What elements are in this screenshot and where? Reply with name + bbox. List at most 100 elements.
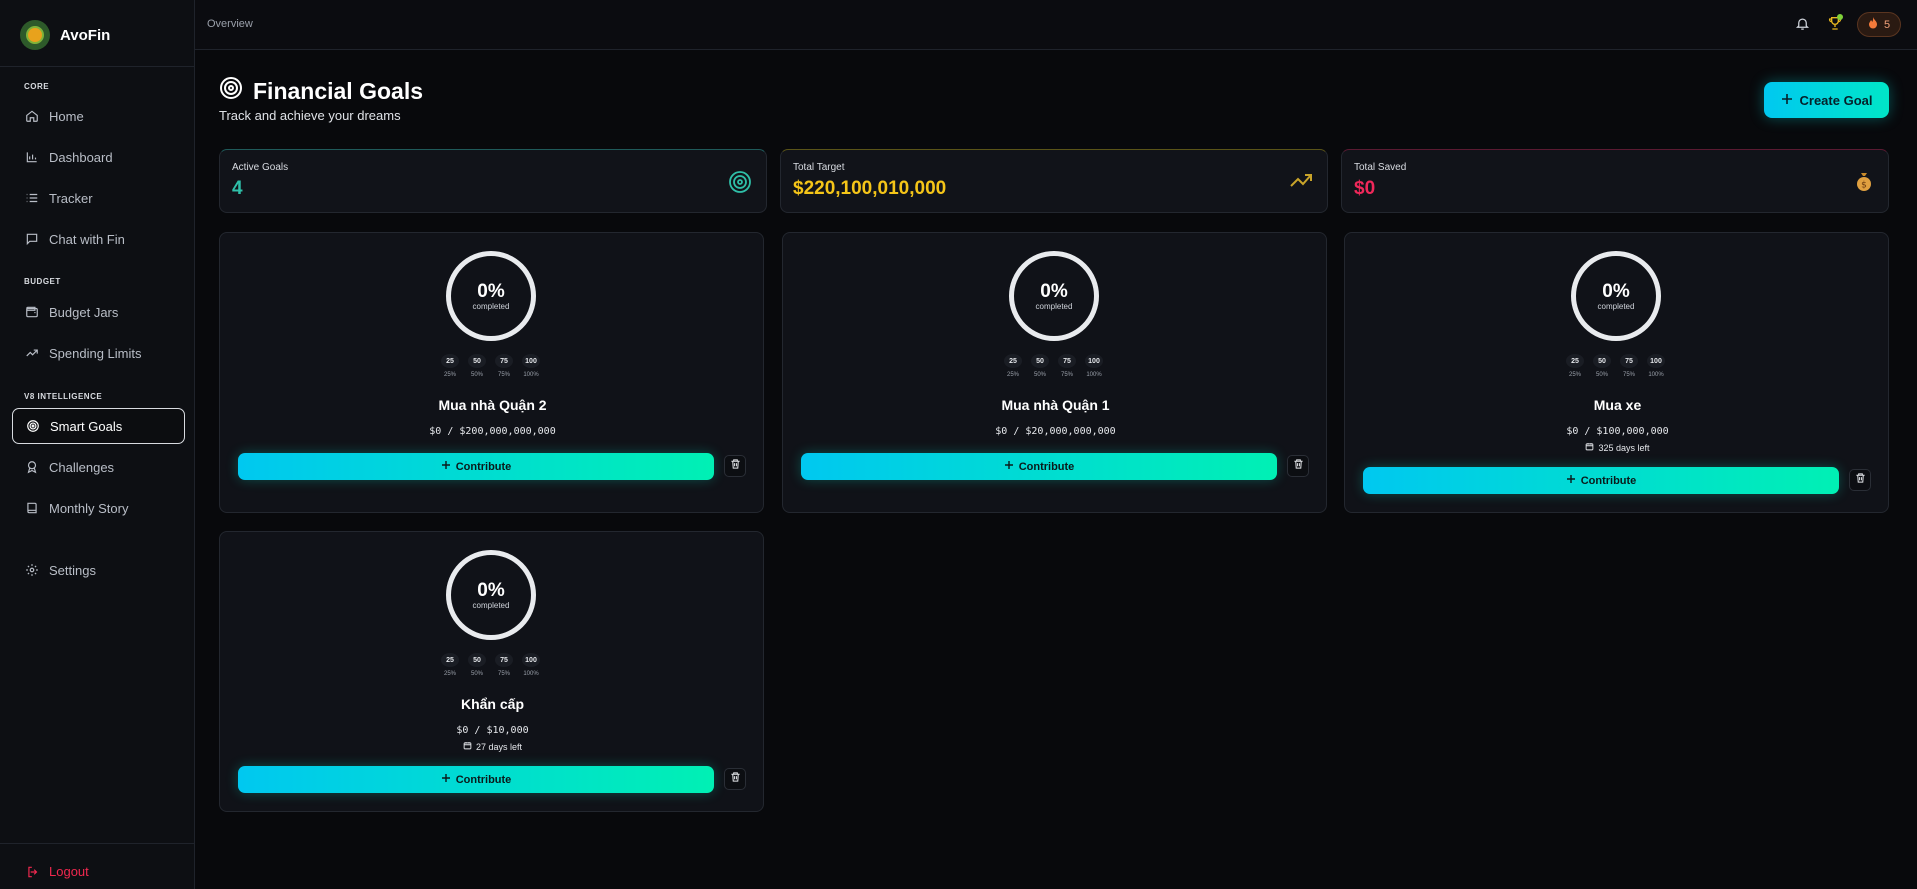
contribute-button[interactable]: Contribute (1363, 467, 1839, 494)
home-icon (25, 109, 39, 123)
progress-percent: 0% (477, 579, 505, 601)
page-title: Financial Goals (219, 76, 423, 106)
goal-name: Mua nhà Quận 1 (1001, 397, 1110, 413)
stat-label: Total Target (793, 162, 845, 173)
sidebar-item-label: Tracker (49, 190, 93, 206)
logout-button[interactable]: Logout (26, 864, 89, 879)
milestone: 50 50% (1031, 354, 1049, 378)
divider (0, 843, 195, 844)
sidebar-item-label: Budget Jars (49, 304, 119, 320)
progress-ring: 0% completed (446, 251, 536, 341)
sidebar-item-home[interactable]: Home (12, 98, 185, 134)
goal-amount: $0 / $20,000,000,000 (995, 426, 1116, 437)
progress-caption: completed (472, 301, 510, 311)
progress-caption: completed (472, 600, 510, 610)
sidebar: AvoFin CORE Home Dashboard Tracker Chat … (0, 0, 195, 889)
milestones: 25 25% 50 50% 75 75% 100 100% (1566, 354, 1665, 378)
bar-chart-icon (25, 150, 39, 164)
avocado-logo-icon (20, 20, 50, 50)
chat-icon (25, 232, 39, 246)
logout-label: Logout (49, 864, 89, 879)
goal-name: Khẩn cấp (460, 696, 524, 712)
trash-icon (1293, 457, 1304, 475)
progress-percent: 0% (477, 280, 505, 302)
trending-up-icon (1289, 170, 1313, 195)
goal-amount: $0 / $200,000,000,000 (429, 426, 556, 437)
delete-goal-button[interactable] (1287, 455, 1309, 477)
section-label-budget: BUDGET (24, 277, 61, 286)
days-left-text: 325 days left (1598, 442, 1650, 453)
sidebar-item-smart-goals[interactable]: Smart Goals (12, 408, 185, 444)
app-name: AvoFin (60, 26, 111, 44)
progress-caption: completed (1035, 301, 1073, 311)
sidebar-item-monthly-story[interactable]: Monthly Story (12, 490, 185, 526)
milestone: 75 75% (1620, 354, 1638, 378)
delete-goal-button[interactable] (724, 768, 746, 790)
milestone: 25 25% (1566, 354, 1584, 378)
milestones: 25 25% 50 50% 75 75% 100 100% (441, 653, 540, 677)
sidebar-item-label: Settings (49, 562, 96, 578)
milestone: 100 100% (522, 653, 540, 677)
sidebar-item-spending-limits[interactable]: Spending Limits (12, 335, 185, 371)
book-icon (25, 501, 39, 515)
milestone: 25 25% (1004, 354, 1022, 378)
stat-value: 4 (232, 178, 243, 199)
milestone: 75 75% (495, 354, 513, 378)
section-label-core: CORE (24, 82, 50, 91)
bell-icon[interactable] (1795, 16, 1810, 36)
stat-active-goals: Active Goals 4 (219, 149, 767, 213)
milestone: 50 50% (468, 653, 486, 677)
delete-goal-button[interactable] (724, 455, 746, 477)
page-title-text: Financial Goals (253, 77, 423, 104)
plus-icon (1566, 474, 1576, 487)
sidebar-item-chat-with-fin[interactable]: Chat with Fin (12, 221, 185, 257)
sidebar-item-challenges[interactable]: Challenges (12, 449, 185, 485)
create-goal-label: Create Goal (1799, 92, 1873, 108)
milestone: 100 100% (1085, 354, 1103, 378)
progress-percent: 0% (1602, 280, 1630, 302)
target-icon (728, 170, 752, 199)
sidebar-item-settings[interactable]: Settings (12, 552, 185, 588)
target-icon (26, 419, 40, 433)
goal-amount: $0 / $100,000,000 (1566, 426, 1669, 437)
sidebar-item-label: Chat with Fin (49, 231, 125, 247)
streak-badge[interactable]: 5 (1857, 12, 1901, 37)
sidebar-item-label: Challenges (49, 459, 115, 475)
milestone: 50 50% (468, 354, 486, 378)
delete-goal-button[interactable] (1849, 469, 1871, 491)
days-left: 325 days left (1345, 442, 1890, 453)
sidebar-item-dashboard[interactable]: Dashboard (12, 139, 185, 175)
contribute-button[interactable]: Contribute (801, 453, 1277, 480)
goal-name: Mua xe (1593, 397, 1642, 413)
goal-card: 0% completed 25 25% 50 50% 75 75% 100 100% M… (1344, 232, 1889, 513)
breadcrumb[interactable]: Overview (207, 18, 253, 30)
milestones: 25 25% 50 50% 75 75% 100 100% (1004, 354, 1103, 378)
sidebar-item-label: Spending Limits (49, 345, 142, 361)
sidebar-item-label: Dashboard (49, 149, 113, 165)
progress-ring: 0% completed (446, 550, 536, 640)
notification-dot (1837, 14, 1843, 20)
milestone: 25 25% (441, 653, 459, 677)
sidebar-item-tracker[interactable]: Tracker (12, 180, 185, 216)
trash-icon (730, 770, 741, 788)
plus-icon (1004, 460, 1014, 473)
contribute-button[interactable]: Contribute (238, 766, 714, 793)
create-goal-button[interactable]: Create Goal (1764, 82, 1889, 118)
days-left-text: 27 days left (475, 741, 523, 752)
trend-icon (25, 346, 39, 360)
section-label-intelligence: V8 INTELLIGENCE (24, 392, 103, 401)
trash-icon (730, 457, 741, 475)
stat-label: Total Saved (1354, 162, 1407, 173)
goal-card: 0% completed 25 25% 50 50% 75 75% 100 100% K… (219, 531, 764, 812)
days-left: 27 days left (220, 741, 765, 752)
stat-value: $220,100,010,000 (793, 178, 947, 199)
goal-card: 0% completed 25 25% 50 50% 75 75% 100 100% M… (782, 232, 1327, 513)
brand[interactable]: AvoFin (20, 20, 110, 50)
top-bar: Overview 5 (195, 0, 1917, 50)
streak-count: 5 (1883, 18, 1891, 31)
contribute-button[interactable]: Contribute (238, 453, 714, 480)
sidebar-item-budget-jars[interactable]: Budget Jars (12, 294, 185, 330)
stat-total-saved: Total Saved $0 $ (1341, 149, 1889, 213)
plus-icon (1781, 93, 1793, 108)
milestones: 25 25% 50 50% 75 75% 100 100% (441, 354, 540, 378)
